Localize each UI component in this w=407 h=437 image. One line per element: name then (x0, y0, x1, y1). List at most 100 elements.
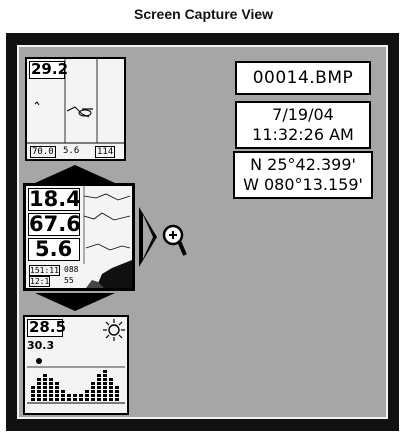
thumbnail-map[interactable]: 29.2 70.0 5.6 114 (25, 57, 126, 161)
footer-value-1: 70.0 (30, 146, 56, 158)
histogram-segment (103, 382, 107, 385)
datetime-box: 7/19/04 11:32:26 AM (235, 101, 371, 149)
histogram-segment (49, 386, 53, 389)
histogram-segment (37, 386, 41, 389)
histogram-segment (103, 398, 107, 401)
histogram-segment (91, 386, 95, 389)
histogram-segment (55, 398, 59, 401)
histogram-segment (85, 394, 89, 397)
depth-reading: 29.2 (29, 60, 69, 79)
histogram-segment (61, 390, 65, 393)
longitude: W 080°13.159' (243, 175, 363, 194)
capture-time: 11:32:26 AM (252, 125, 354, 144)
footer-value-2: 5.6 (63, 146, 80, 156)
histogram-segment (91, 398, 95, 401)
sonar-footer-3: 12:1 (29, 276, 51, 287)
histogram-segment (49, 378, 53, 381)
histogram-segment (37, 378, 41, 381)
histogram-segment (79, 398, 83, 401)
histogram-segment (43, 382, 47, 385)
coordinates-box: N 25°42.399' W 080°13.159' (233, 151, 373, 199)
histogram-segment (109, 382, 113, 385)
histogram-segment (97, 382, 101, 385)
arrow-up-icon[interactable] (35, 163, 115, 185)
capture-date: 7/19/04 (272, 105, 334, 124)
histogram-segment (37, 390, 41, 393)
histogram-segment (79, 394, 83, 397)
histogram-segment (43, 398, 47, 401)
sonar-footer-4: 55 (64, 276, 74, 285)
filename-box: 00014.BMP (235, 61, 371, 95)
sonar-footer-1: 151:11 (29, 265, 60, 276)
histogram-segment (55, 394, 59, 397)
histogram-segment (85, 390, 89, 393)
histogram-segment (97, 386, 101, 389)
histogram-segment (97, 374, 101, 377)
histogram-segment (49, 382, 53, 385)
zoom-in-icon[interactable] (159, 223, 187, 257)
footer-value-3: 114 (95, 146, 116, 158)
sun-icon (103, 319, 125, 341)
arrow-down-icon[interactable] (35, 291, 115, 313)
histogram-segment (115, 386, 119, 389)
histogram-segment (97, 390, 101, 393)
histogram-segment (55, 382, 59, 385)
histogram-segment (97, 394, 101, 397)
histogram-segment (43, 374, 47, 377)
histogram-segment (43, 390, 47, 393)
histogram-segment (43, 378, 47, 381)
histogram-segment (103, 394, 107, 397)
histogram-segment (49, 398, 53, 401)
histogram-segment (43, 386, 47, 389)
histogram-segment (109, 386, 113, 389)
histogram-segment (31, 398, 35, 401)
sonar-reading-1: 18.4 (28, 187, 81, 211)
histogram-segment (109, 378, 113, 381)
histogram-segment (103, 390, 107, 393)
histogram-segment (49, 394, 53, 397)
histogram-segment (61, 398, 65, 401)
histogram-segment (115, 394, 119, 397)
histogram-segment (55, 390, 59, 393)
sonar-footer-2: 088 (64, 265, 79, 274)
histogram-segment (85, 398, 89, 401)
histogram-segment (55, 386, 59, 389)
histogram-segment (109, 394, 113, 397)
thumbnail-stats[interactable]: 28.5 30.3 (23, 315, 129, 415)
histogram-segment (91, 394, 95, 397)
histogram-segment (73, 398, 77, 401)
filename: 00014.BMP (252, 68, 354, 88)
thumbnail-sonar[interactable]: 18.4 67.6 5.6 151:11 088 12:1 55 (23, 183, 135, 291)
stats-reading-1: 28.5 (27, 318, 67, 337)
capture-screen: 29.2 70.0 5.6 114 18.4 67.6 5.6 151:11 0… (17, 45, 388, 419)
histogram-segment (103, 374, 107, 377)
histogram-segment (67, 394, 71, 397)
histogram-segment (37, 398, 41, 401)
histogram-segment (97, 398, 101, 401)
stats-reading-2: 30.3 (27, 339, 55, 352)
histogram-segment (109, 398, 113, 401)
histogram-segment (103, 370, 107, 373)
latitude: N 25°42.399' (250, 155, 356, 174)
histogram-segment (37, 382, 41, 385)
histogram-segment (31, 386, 35, 389)
histogram-segment (31, 390, 35, 393)
histogram-segment (109, 390, 113, 393)
sonar-reading-2: 67.6 (28, 212, 81, 236)
page-title: Screen Capture View (133, 6, 274, 22)
histogram-segment (115, 390, 119, 393)
histogram-segment (37, 394, 41, 397)
histogram-segment (67, 398, 71, 401)
histogram-segment (31, 394, 35, 397)
histogram-segment (91, 390, 95, 393)
histogram-segment (115, 398, 119, 401)
arrow-right-icon[interactable] (137, 207, 159, 267)
histogram-segment (61, 394, 65, 397)
histogram-segment (103, 378, 107, 381)
histogram-segment (91, 382, 95, 385)
histogram-segment (43, 394, 47, 397)
histogram-segment (97, 378, 101, 381)
sonar-reading-3: 5.6 (28, 238, 80, 261)
histogram-segment (49, 390, 53, 393)
histogram-segment (103, 386, 107, 389)
